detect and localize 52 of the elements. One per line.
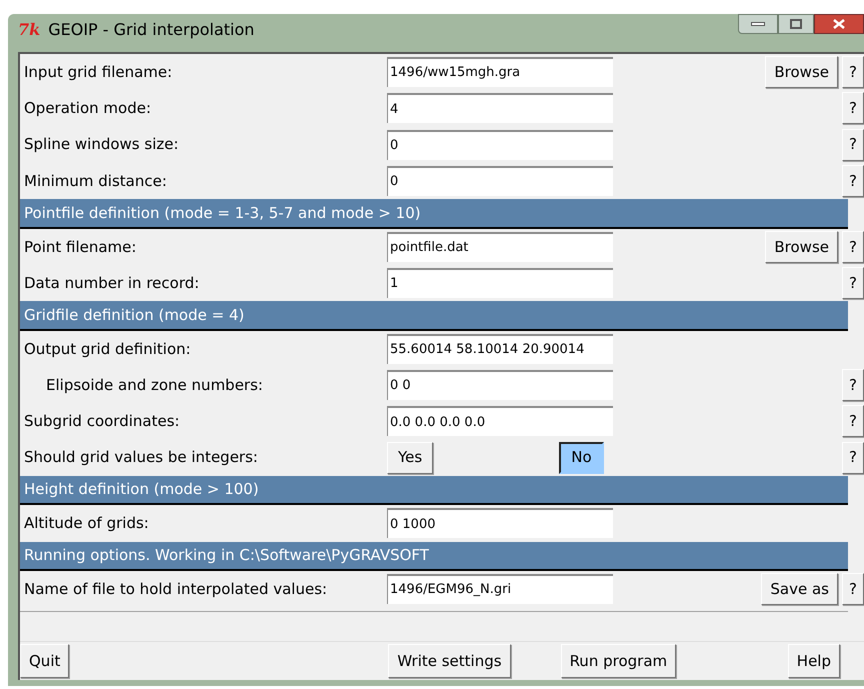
field-label: Elipsoide and zone numbers: [46, 374, 263, 396]
section-header: Gridfile definition (mode = 4) [20, 301, 848, 331]
section-header: Pointfile definition (mode = 1-3, 5-7 and mode > 10) [20, 199, 848, 229]
help-button[interactable]: ? [842, 92, 864, 124]
text-field[interactable]: 0 [387, 130, 613, 160]
field-label: Spline windows size: [24, 134, 179, 156]
text-field[interactable]: 1496/ww15mgh.gra [387, 57, 613, 88]
text-field[interactable]: 4 [387, 93, 613, 124]
help-button[interactable]: Help [788, 644, 840, 678]
browse-button[interactable]: Browse [765, 56, 838, 88]
text-field[interactable]: pointfile.dat [387, 232, 613, 262]
text-field[interactable]: 55.60014 58.10014 20.90014 [387, 334, 613, 364]
help-button[interactable]: ? [842, 442, 864, 474]
field-label: Altitude of grids: [24, 513, 149, 534]
help-button[interactable]: ? [842, 369, 864, 402]
text-field[interactable]: 0 0 [387, 370, 613, 400]
toggle-option[interactable]: No [559, 442, 604, 474]
section-header: Running options. Working in C:\Software\PyGRAVSOFT [20, 542, 848, 571]
text-field[interactable]: 1 [387, 268, 613, 298]
run-program-button[interactable]: Run program [560, 644, 676, 678]
text-field[interactable]: 0 1000 [387, 508, 613, 538]
field-label: Data number in record: [24, 272, 200, 294]
field-label: Subgrid coordinates: [24, 411, 180, 432]
field-label: Name of file to hold interpolated values: [24, 578, 328, 600]
help-button[interactable]: ? [842, 56, 864, 88]
window-title: GEOIP - Grid interpolation [48, 19, 254, 41]
browse-button[interactable]: Save as [761, 573, 838, 606]
help-button[interactable]: ? [842, 573, 864, 606]
field-label: Output grid definition: [24, 338, 191, 360]
close-button[interactable] [814, 14, 864, 34]
help-button[interactable]: ? [842, 165, 864, 198]
quit-button[interactable]: Quit [20, 644, 70, 678]
section-header: Height definition (mode > 100) [20, 476, 848, 506]
help-button[interactable]: ? [842, 267, 864, 300]
browse-button[interactable]: Browse [765, 230, 838, 263]
help-button[interactable]: ? [842, 230, 864, 263]
field-label: Point filename: [24, 236, 136, 258]
text-field[interactable]: 0.0 0.0 0.0 0.0 [387, 406, 613, 436]
toggle-option[interactable]: Yes [387, 442, 434, 474]
minimize-button[interactable] [738, 14, 778, 34]
maximize-button[interactable] [778, 14, 814, 34]
text-field[interactable]: 0 [387, 166, 613, 196]
field-label: Minimum distance: [24, 170, 167, 192]
field-label: Should grid values be integers: [23, 447, 259, 468]
help-button[interactable]: ? [842, 128, 864, 161]
field-label: Operation mode: [24, 98, 152, 120]
write-settings-button[interactable]: Write settings [388, 644, 511, 678]
app-logo: 7k [18, 19, 40, 41]
text-field[interactable]: 1496/EGM96_N.gri [387, 574, 613, 604]
close-icon [833, 19, 845, 29]
field-label: Input grid filename: [24, 62, 172, 83]
help-button[interactable]: ? [842, 405, 864, 438]
